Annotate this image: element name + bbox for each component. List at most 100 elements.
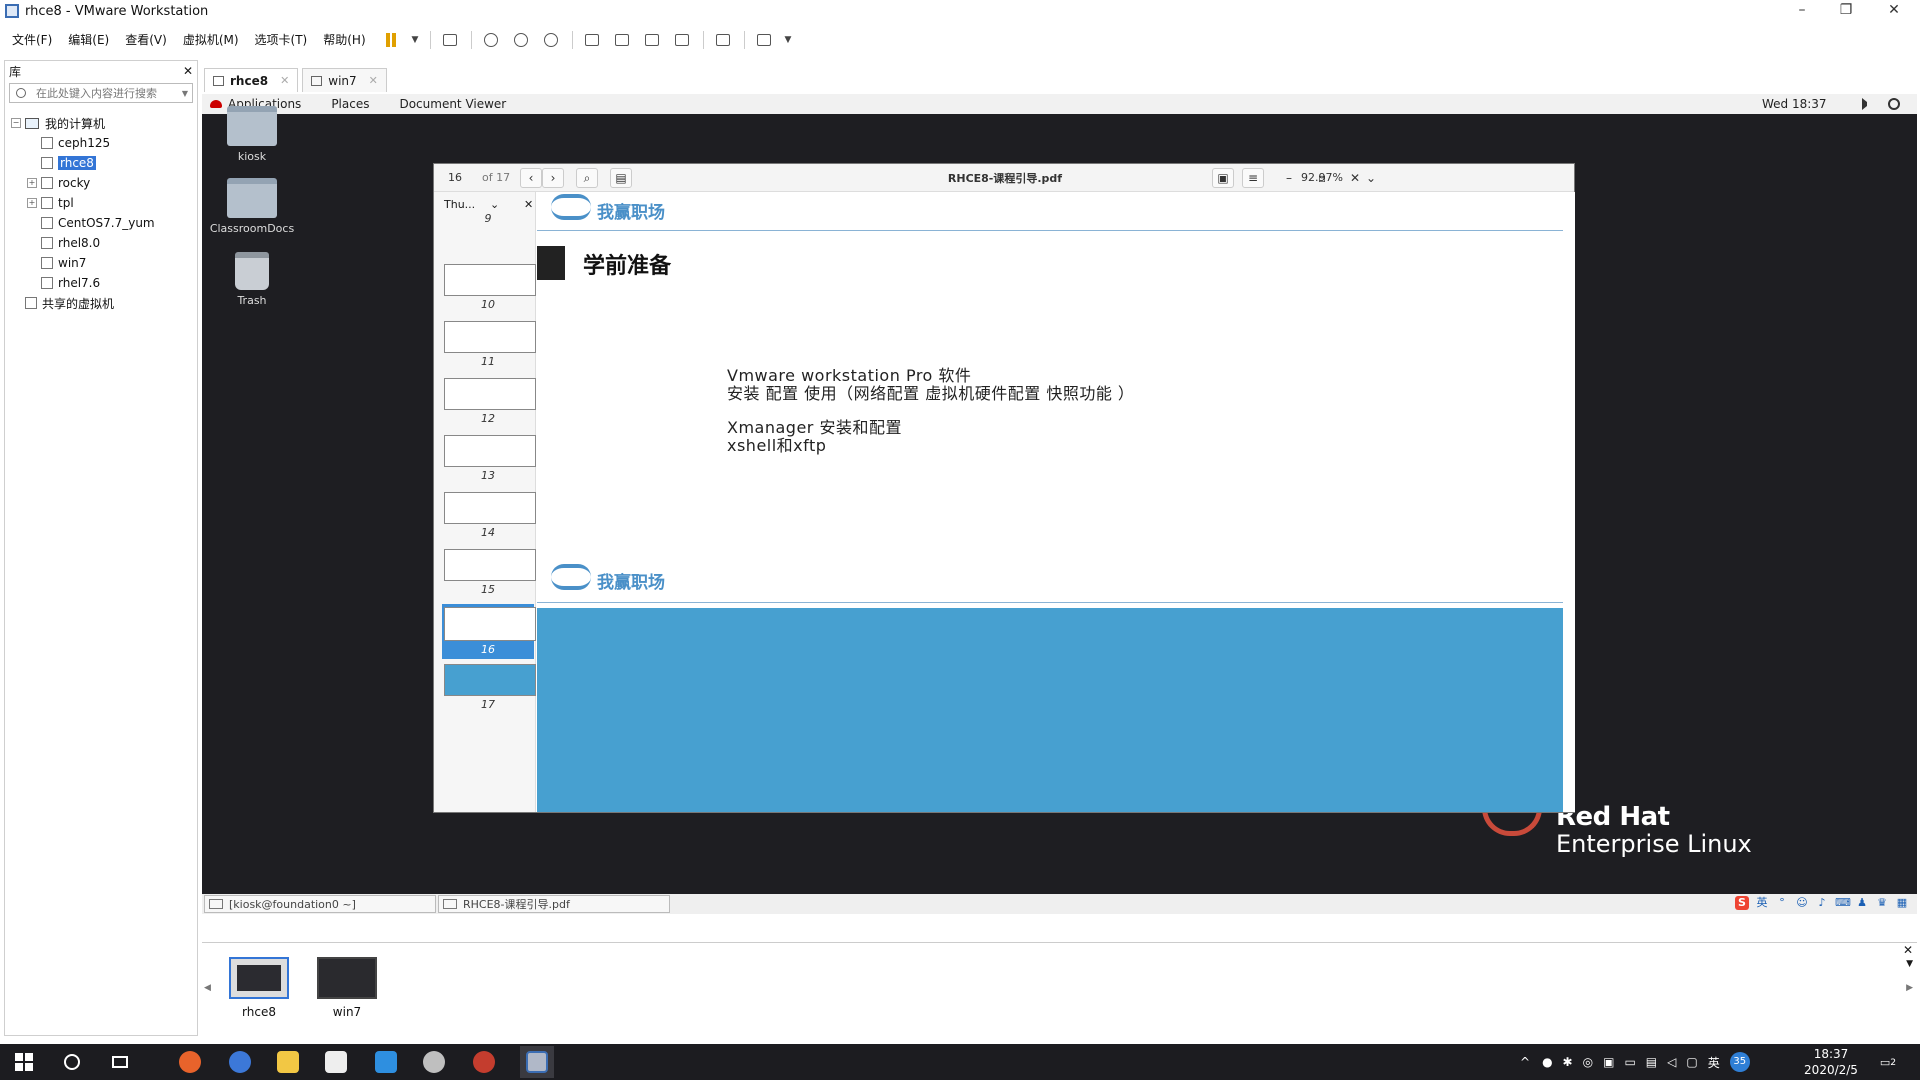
next-page-button[interactable]: › [542, 168, 564, 188]
user-icon[interactable]: ♟ [1855, 896, 1869, 910]
mic-icon[interactable]: ♪ [1815, 896, 1829, 910]
taskbar-app[interactable] [178, 1050, 202, 1074]
thumbnail-bar-icon[interactable] [611, 30, 633, 50]
menu-view[interactable]: 查看(V) [125, 31, 167, 48]
page-thumbnail[interactable]: 11 [442, 321, 536, 368]
sogou-icon[interactable]: S [1735, 896, 1749, 910]
close-sidebar-icon[interactable]: ✕ [524, 198, 533, 211]
page-thumbnail[interactable]: 16 [442, 604, 536, 659]
library-search-input[interactable]: 在此处键入内容进行搜索 ▼ [9, 83, 193, 103]
expand-icon[interactable]: + [27, 178, 37, 188]
tab-rhce8[interactable]: rhce8 ✕ [204, 68, 299, 92]
task-view-button[interactable] [108, 1050, 132, 1074]
document-viewer-menu[interactable]: Document Viewer [399, 97, 506, 111]
revert-snapshot-icon[interactable] [510, 30, 532, 50]
library-tree-item[interactable]: CentOS7.7_yum [5, 213, 197, 233]
page-thumbnail[interactable]: 9 [442, 210, 534, 225]
menu-help[interactable]: 帮助(H) [323, 31, 365, 48]
minimize-button[interactable]: – [1782, 0, 1822, 22]
menu-vm[interactable]: 虚拟机(M) [183, 31, 239, 48]
unity-icon[interactable] [671, 30, 693, 50]
taskbar-app[interactable] [276, 1050, 300, 1074]
print-button[interactable]: ▣ [1212, 168, 1234, 188]
thumbnail-menu-icon[interactable]: ▼ [1906, 959, 1913, 969]
send-ctrl-alt-del-icon[interactable] [439, 30, 461, 50]
taskbar-app[interactable] [422, 1050, 446, 1074]
library-tree-item[interactable]: − 我的计算机 [5, 113, 197, 133]
search-button[interactable]: ⌕ [576, 168, 598, 188]
stretch-dropdown-icon[interactable]: ▼ [783, 30, 793, 50]
keyboard-icon[interactable]: ⌨ [1835, 896, 1851, 910]
badge-icon[interactable]: 35 [1729, 1052, 1750, 1072]
vm-console[interactable]: Applications Places Document Viewer Wed … [202, 94, 1917, 914]
snapshot-icon[interactable] [480, 30, 502, 50]
page-thumbnail[interactable]: 17 [442, 664, 536, 711]
library-tree-item[interactable]: + rocky [5, 173, 197, 193]
start-button[interactable] [12, 1050, 36, 1074]
show-library-icon[interactable] [581, 30, 603, 50]
library-tree-item[interactable]: rhel8.0 [5, 233, 197, 253]
gnome-clock[interactable]: Wed 18:37 [1762, 97, 1827, 111]
desktop-icon-trash[interactable]: Trash [202, 252, 302, 307]
maximize-viewer-icon[interactable]: ▫ [1318, 171, 1326, 185]
menu-edit[interactable]: 编辑(E) [68, 31, 109, 48]
emoji-icon[interactable]: ☺ [1795, 896, 1809, 910]
taskbar-app[interactable] [228, 1050, 252, 1074]
desktop-icon-kiosk[interactable]: kiosk [202, 106, 302, 163]
pause-icon[interactable] [380, 30, 402, 50]
stretch-icon[interactable] [753, 30, 775, 50]
system-menu[interactable] [1862, 98, 1900, 110]
close-viewer-icon[interactable]: ✕ [1350, 171, 1360, 185]
zoom-dropdown-icon[interactable]: ⌄ [1366, 171, 1376, 185]
page-thumbnail[interactable]: 12 [442, 378, 536, 425]
library-tree-item[interactable]: rhce8 [5, 153, 197, 173]
places-menu[interactable]: Places [331, 97, 369, 111]
console-icon[interactable] [712, 30, 734, 50]
close-tab-icon[interactable]: ✕ [369, 74, 378, 87]
library-tree-item[interactable]: + tpl [5, 193, 197, 213]
volume-tray-icon[interactable]: ◁ [1667, 1055, 1676, 1069]
collapse-icon[interactable]: − [11, 118, 21, 128]
camera-icon[interactable]: ◎ [1583, 1055, 1593, 1069]
vm-thumbnail-rhce8[interactable]: rhce8 [226, 957, 292, 1019]
scroll-right-icon[interactable]: ▶ [1906, 983, 1913, 993]
page-thumbnail[interactable]: 14 [442, 492, 536, 539]
close-library-icon[interactable]: ✕ [183, 64, 193, 78]
close-thumbnail-bar-icon[interactable]: ✕ [1903, 943, 1913, 957]
library-tree-item[interactable]: 共享的虚拟机 [5, 293, 197, 313]
tab-win7[interactable]: win7 ✕ [302, 68, 387, 92]
scroll-left-icon[interactable]: ◀ [204, 983, 211, 993]
sidebar-toggle-button[interactable]: ▤ [610, 168, 632, 188]
prev-page-button[interactable]: ‹ [520, 168, 542, 188]
grid-icon[interactable]: ▦ [1895, 896, 1909, 910]
wechat-tray-icon[interactable]: ● [1542, 1055, 1552, 1069]
expand-icon[interactable]: + [27, 198, 37, 208]
restore-button[interactable]: ❐ [1826, 0, 1866, 22]
library-tree-item[interactable]: ceph125 [5, 133, 197, 153]
full-screen-icon[interactable] [641, 30, 663, 50]
page-thumbnail[interactable]: 10 [442, 264, 536, 311]
page-number-input[interactable]: 16 [448, 171, 462, 184]
sidebar-mode-dropdown-icon[interactable]: ⌄ [490, 198, 499, 211]
battery-icon[interactable]: ▭ [1624, 1055, 1635, 1069]
taskbar-app[interactable] [472, 1050, 496, 1074]
show-hidden-icons-icon[interactable]: ^ [1520, 1055, 1530, 1069]
page-thumbnail[interactable]: 13 [442, 435, 536, 482]
skin-icon[interactable]: ♛ [1875, 896, 1889, 910]
taskbar-pdf[interactable]: RHCE8-课程引导.pdf [438, 895, 670, 913]
taskbar-clock[interactable]: 18:37 2020/2/5 [1800, 1046, 1862, 1078]
vmware-tray-icon[interactable]: ▣ [1603, 1055, 1614, 1069]
action-center-button[interactable]: ▭ 2 [1876, 1050, 1900, 1074]
display-icon[interactable]: ▢ [1686, 1055, 1697, 1069]
ime-lang[interactable]: 英 [1755, 896, 1769, 910]
taskbar-app-vmware[interactable] [520, 1046, 554, 1078]
library-tree-item[interactable]: rhel7.6 [5, 273, 197, 293]
minimize-viewer-icon[interactable]: – [1286, 171, 1292, 185]
sidebar-mode[interactable]: Thu... [444, 198, 475, 211]
punctuation-icon[interactable]: ° [1775, 896, 1789, 910]
bluetooth-icon[interactable]: ✱ [1563, 1055, 1573, 1069]
desktop-icon-classroomdocs[interactable]: ClassroomDocs [202, 178, 302, 235]
hamburger-menu-icon[interactable]: ≡ [1242, 168, 1264, 188]
taskbar-app[interactable] [374, 1050, 398, 1074]
taskbar-app[interactable] [324, 1050, 348, 1074]
